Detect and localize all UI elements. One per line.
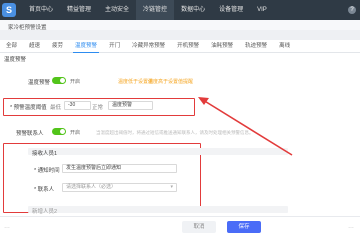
footer-bar xyxy=(0,216,360,241)
cancel-button[interactable]: 取消 xyxy=(182,221,216,233)
arrow-shaft xyxy=(202,99,293,156)
arrow-head xyxy=(198,97,209,105)
ellipsis-left: … xyxy=(4,224,10,230)
ellipsis-right: … xyxy=(348,224,354,230)
save-button[interactable]: 保存 xyxy=(227,221,261,233)
annotation-arrow xyxy=(198,97,293,156)
